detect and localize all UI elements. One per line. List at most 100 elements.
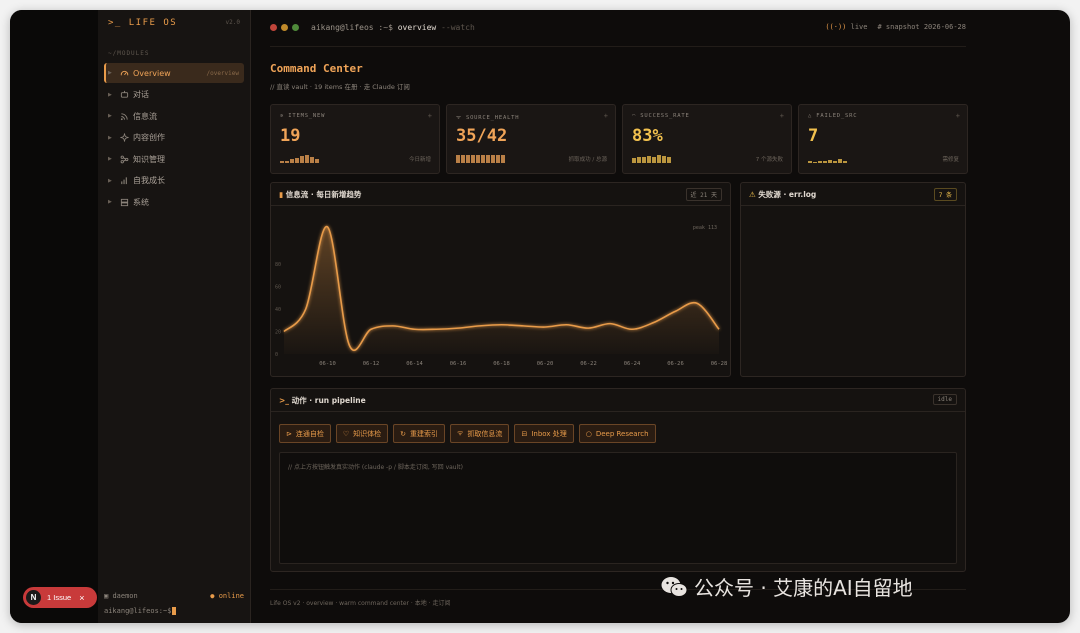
server-icon: ▣ [104,592,109,600]
sparkline-bar [647,156,651,163]
stat-note: 今日新增 [408,157,431,163]
button-label: 重建索引 [410,429,439,438]
stat-note: 需修复 [942,157,959,163]
maximize-dot[interactable] [292,24,299,31]
sparkline-bar [496,155,500,163]
sparkline-bar [310,157,314,163]
stat-card-success-rate[interactable]: ◠ SUCCESS_RATE + 83% 7 个源失败 [622,104,792,174]
sparkle-icon [118,132,130,144]
panel-title: >_ 动作 · run pipeline [279,395,366,406]
stat-card-source-health[interactable]: ᯤ SOURCE_HEALTH + 35/42 抓取成功 / 总源 [446,104,616,174]
sparkline-bar [823,161,827,163]
shell-prompt[interactable]: aikang@lifeos:~$ [104,607,244,615]
close-icon[interactable]: × [79,593,84,603]
chevron-right-icon: ▶ [108,177,112,184]
stat-note: 抓取成功 / 总源 [568,157,607,163]
sparkline-bar [290,159,294,163]
sidebar-item-creation[interactable]: ▶ 内容创作 [104,128,244,148]
range-badge[interactable]: 近 21 天 [685,188,722,201]
plus-icon[interactable]: + [956,112,960,120]
sidebar-item-system[interactable]: ▶ 系统 [104,192,244,212]
sidebar-item-growth[interactable]: ▶ 自我成长 [104,171,244,191]
stat-card-failed-src[interactable]: △ FAILED_SRC + 7 需修复 [798,104,968,174]
knowledge-check-button[interactable]: ♡ 知识体检 [335,424,389,443]
issue-label: 1 Issue [47,593,72,602]
terminal-icon: >_ [279,396,290,405]
sparkline-bar [833,161,837,163]
sidebar-item-knowledge[interactable]: ▶ 知识管理 [104,149,244,169]
connectivity-check-button[interactable]: ⊳ 连通自检 [279,424,331,443]
deep-research-button[interactable]: ○ Deep Research [578,424,656,443]
next-logo-icon: N [26,590,41,605]
sidebar-item-feed[interactable]: ▶ 信息流 [104,106,244,126]
rebuild-index-button[interactable]: ↻ 重建索引 [393,424,446,443]
plus-icon[interactable]: + [428,112,432,120]
plug-icon: ⊳ [286,429,292,438]
sidebar-item-label: Overview [133,68,171,78]
sparkline-bar [813,162,817,163]
app-brand: >_ LIFE OS [108,18,178,28]
issue-badge[interactable]: N 1 Issue × [23,587,97,608]
network-icon [118,153,130,165]
stat-label: ◠ SUCCESS_RATE [632,113,690,119]
sparkline-bar [295,158,299,163]
x-tick-label: 06-24 [624,361,641,367]
panel-title: ▮ 信息流 · 每日新增趋势 [279,189,361,200]
stat-label-text: SOURCE_HEALTH [465,115,520,121]
inbox-process-button[interactable]: ⊟ Inbox 处理 [514,424,574,443]
sparkline-bar [818,161,822,163]
bar-chart-icon: ▮ [279,190,284,199]
sparkline-bar [280,161,284,163]
plus-icon[interactable]: + [780,112,784,120]
trend-panel: ▮ 信息流 · 每日新增趋势 近 21 天 0 20 40 60 80 peak 113 0… [270,182,731,377]
stat-card-items-new[interactable]: ✲ ITEMS_NEW + 19 今日新增 [270,104,440,174]
failed-sources-panel: ⚠ 失败源 · err.log 7 条 [740,182,966,377]
wechat-icon [661,576,688,597]
sidebar-item-label: 内容创作 [133,133,165,142]
chevron-right-icon: ▶ [108,199,112,205]
close-dot[interactable] [270,24,277,31]
sidebar-item-label: 自我成长 [133,176,165,185]
sparkline-bar [501,155,505,163]
action-panel: >_ 动作 · run pipeline idle ⊳ 连通自检 ♡ 知识体检 ↻ 重… [270,388,966,572]
terminal-flag: --watch [441,23,475,32]
sidebar-item-label: 知识管理 [133,154,165,164]
y-tick-label: 80 [275,262,281,268]
x-tick-label: 06-28 [711,361,728,367]
stat-label: ✲ ITEMS_NEW [280,113,325,119]
chevron-right-icon: ▶ [108,70,112,76]
sparkline [808,155,847,163]
fetch-feed-button[interactable]: ᯤ 抓取信息流 [450,424,510,443]
chat-bot-icon [118,89,130,101]
plus-icon[interactable]: + [604,112,608,120]
watermark: 公众号 · 艾康的AI自留地 [660,572,913,601]
refresh-icon: ↻ [400,429,407,438]
sparkline-bar [637,157,641,163]
warning-icon: △ [808,113,813,119]
button-label: Inbox 处理 [531,429,567,438]
terminal-title: aikang@lifeos :~$ overview --watch [311,23,475,32]
sparkle-icon: ✲ [280,113,285,119]
daemon-status-row: ▣ daemon ● online [104,592,244,600]
sidebar-item-overview[interactable]: ▶ Overview /overview [104,63,244,83]
app-window: >_ LIFE OS v2.0 ~/MODULES ▶ Overview /ov… [10,10,1070,623]
inbox-icon: ⊟ [521,429,528,438]
sparkline-bar [838,159,842,163]
series-area [284,226,719,354]
stat-label: ᯤ SOURCE_HEALTH [456,113,519,121]
status-badge: idle [932,394,957,405]
panel-title-text: 失败源 · err.log [758,190,817,199]
sidebar: >_ LIFE OS v2.0 ~/MODULES ▶ Overview /ov… [98,10,251,623]
panel-header: ▮ 信息流 · 每日新增趋势 近 21 天 [271,183,730,206]
output-console[interactable]: // 点上方按钮触发真实动作 (claude -p / 脚本走订阅, 写回 va… [279,452,957,564]
sidebar-item-chat[interactable]: ▶ 对话 [104,85,244,105]
sparkline-bar [456,155,460,163]
stat-value: 35/42 [456,126,508,146]
minimize-dot[interactable] [281,24,288,31]
chevron-right-icon: ▶ [108,91,112,98]
x-tick-label: 06-20 [537,361,554,367]
sparkline-bar [285,161,289,163]
stat-value: 7 [808,126,819,146]
online-status: ● online [210,592,244,600]
gauge-icon: ◠ [632,113,637,119]
